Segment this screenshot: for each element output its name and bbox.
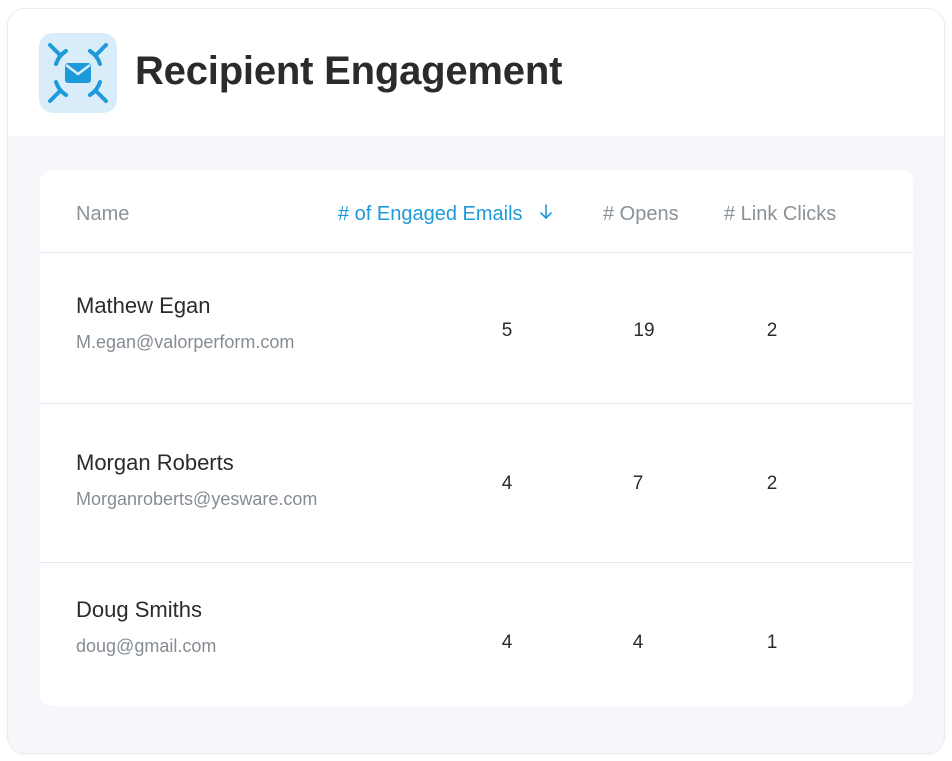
opens-count: 4 <box>632 632 644 653</box>
column-header-opens[interactable]: # Opens <box>603 203 679 226</box>
table-row[interactable]: Mathew Egan M.egan@valorperform.com 5 19… <box>40 253 913 404</box>
clicks-count: 2 <box>766 473 778 494</box>
clicks-count: 1 <box>766 632 778 653</box>
column-header-engaged-emails[interactable]: # of Engaged Emails <box>338 203 523 226</box>
recipient-name: Morgan Roberts <box>76 450 234 475</box>
recipient-email: M.egan@valorperform.com <box>76 332 295 352</box>
recipient-email: doug@gmail.com <box>76 636 217 656</box>
arrow-down-icon[interactable] <box>539 203 553 223</box>
page-title: Recipient Engagement <box>135 49 563 93</box>
table-row[interactable]: Doug Smiths doug@gmail.com 4 4 1 <box>40 563 913 706</box>
recipient-name: Doug Smiths <box>76 597 202 622</box>
engaged-count: 4 <box>501 632 513 653</box>
engaged-count: 5 <box>501 320 513 341</box>
column-header-name[interactable]: Name <box>76 203 129 226</box>
column-header-link-clicks[interactable]: # Link Clicks <box>724 203 836 226</box>
envelope-target-icon <box>39 33 117 113</box>
recipient-email: Morganroberts@yesware.com <box>76 489 318 509</box>
recipient-table: Name # of Engaged Emails # Opens # Link … <box>40 170 913 706</box>
recipient-name: Mathew Egan <box>76 293 211 318</box>
clicks-count: 2 <box>766 320 778 341</box>
table-header: Name # of Engaged Emails # Opens # Link … <box>40 170 913 253</box>
opens-count: 19 <box>633 320 655 341</box>
table-row[interactable]: Morgan Roberts Morganroberts@yesware.com… <box>40 404 913 563</box>
opens-count: 7 <box>632 473 644 494</box>
engaged-count: 4 <box>501 473 513 494</box>
engagement-card: Recipient Engagement Name # of Engaged E… <box>7 8 945 754</box>
card-header: Recipient Engagement <box>8 9 944 136</box>
